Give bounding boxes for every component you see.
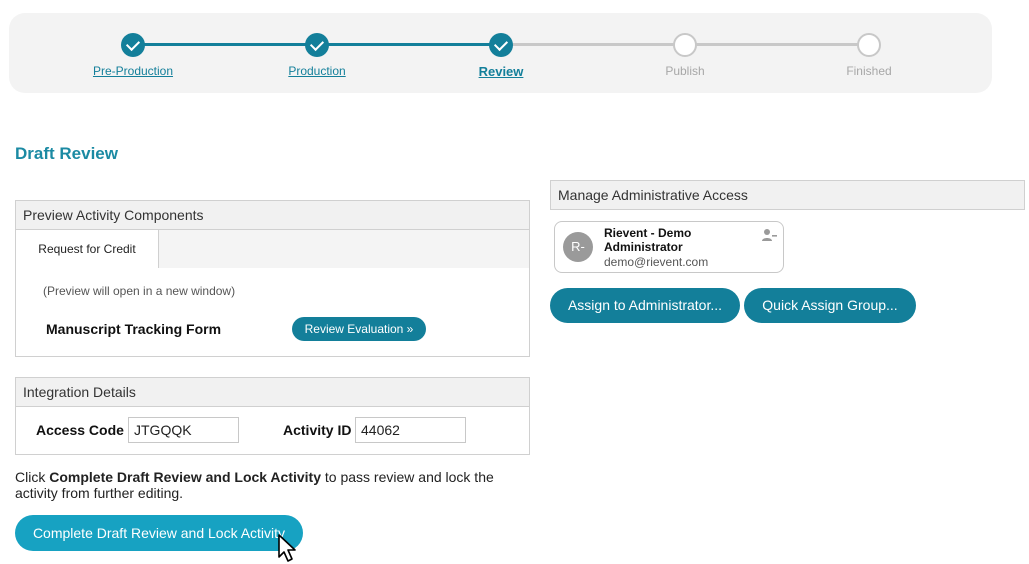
step-pre-production[interactable]: Pre-Production: [63, 33, 203, 78]
admin-access-panel: Manage Administrative Access: [550, 180, 1025, 210]
review-evaluation-button[interactable]: Review Evaluation »: [292, 317, 426, 341]
step-label[interactable]: Pre-Production: [63, 64, 203, 78]
empty-circle-icon: [857, 33, 881, 57]
checkmark-icon: [489, 33, 513, 57]
access-code-field[interactable]: [128, 417, 239, 443]
form-name: Manuscript Tracking Form: [46, 321, 222, 337]
step-review[interactable]: Review: [431, 33, 571, 79]
preview-components-panel: Preview Activity Components Request for …: [15, 200, 530, 357]
access-code-label: Access Code: [36, 422, 124, 438]
preview-note: (Preview will open in a new window): [43, 284, 236, 298]
step-label[interactable]: Production: [247, 64, 387, 78]
mouse-cursor-icon: [278, 534, 296, 562]
panel-header: Integration Details: [16, 378, 529, 407]
activity-id-label: Activity ID: [283, 422, 352, 438]
assign-administrator-button[interactable]: Assign to Administrator...: [550, 288, 740, 323]
remove-user-icon[interactable]: [761, 227, 777, 243]
quick-assign-group-button[interactable]: Quick Assign Group...: [744, 288, 916, 323]
tab-bar: Request for Credit: [16, 230, 529, 268]
admin-name: Rievent - Demo Administrator: [604, 226, 692, 254]
checkmark-icon: [121, 33, 145, 57]
checkmark-icon: [305, 33, 329, 57]
step-label: Publish: [665, 64, 705, 78]
activity-id-field[interactable]: [355, 417, 466, 443]
step-label: Finished: [846, 64, 892, 78]
integration-details-panel: Integration Details Access Code Activity…: [15, 377, 530, 455]
instructions-emphasis: Complete Draft Review and Lock Activity: [49, 469, 322, 485]
panel-header: Preview Activity Components: [16, 201, 529, 230]
panel-header: Manage Administrative Access: [551, 181, 1024, 209]
progress-stepper: Pre-Production Production Review Publish…: [9, 13, 992, 93]
instructions-text: Click Complete Draft Review and Lock Act…: [15, 469, 494, 501]
page-title: Draft Review: [15, 144, 118, 163]
step-publish: Publish: [615, 33, 755, 78]
empty-circle-icon: [673, 33, 697, 57]
complete-review-lock-button[interactable]: Complete Draft Review and Lock Activity: [15, 515, 303, 551]
tab-request-for-credit[interactable]: Request for Credit: [16, 230, 159, 268]
step-finished: Finished: [799, 33, 939, 78]
admin-email: demo@rievent.com: [604, 255, 709, 269]
admin-card: R- Rievent - Demo Administrator demo@rie…: [554, 221, 784, 273]
avatar: R-: [563, 232, 593, 262]
step-production[interactable]: Production: [247, 33, 387, 78]
step-label[interactable]: Review: [431, 64, 571, 79]
